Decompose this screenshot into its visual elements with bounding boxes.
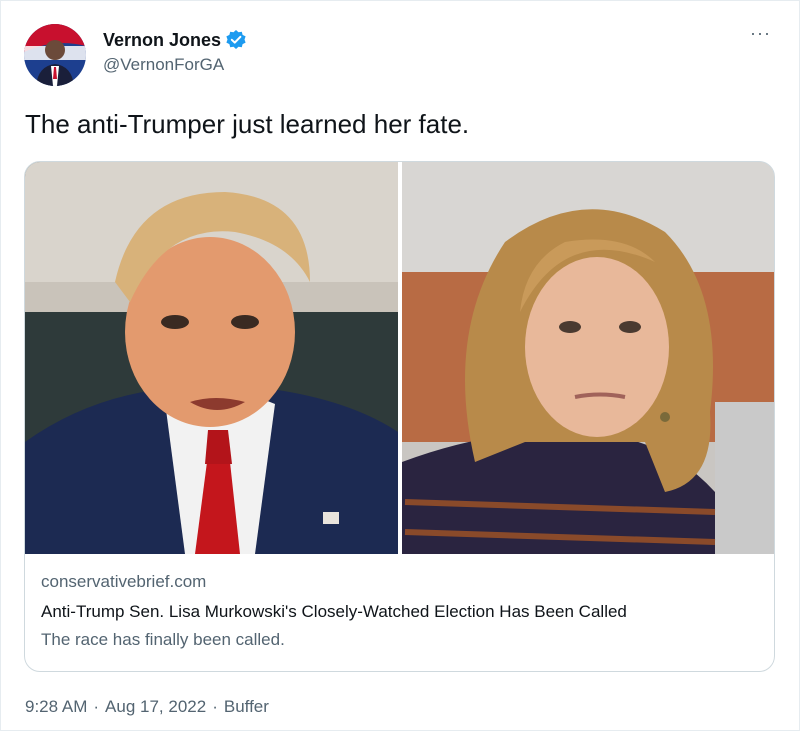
tweet-source[interactable]: Buffer bbox=[224, 697, 269, 717]
avatar[interactable] bbox=[24, 24, 86, 86]
author-handle[interactable]: @VernonForGA bbox=[103, 55, 224, 75]
more-options-icon[interactable]: ··· bbox=[750, 23, 771, 44]
tweet: Vernon Jones @VernonForGA ··· The anti-T… bbox=[0, 0, 800, 731]
avatar-image bbox=[24, 24, 86, 86]
card-title: Anti-Trump Sen. Lisa Murkowski's Closely… bbox=[41, 602, 627, 621]
author-name-row[interactable]: Vernon Jones bbox=[103, 29, 247, 51]
card-description: The race has finally been called. bbox=[41, 630, 285, 649]
tweet-text: The anti-Trumper just learned her fate. bbox=[25, 109, 470, 139]
tweet-date[interactable]: Aug 17, 2022 bbox=[105, 697, 206, 717]
author-name[interactable]: Vernon Jones bbox=[103, 30, 221, 51]
tweet-time[interactable]: 9:28 AM bbox=[25, 697, 87, 717]
meta-separator: · bbox=[212, 697, 218, 716]
card-image bbox=[25, 162, 774, 554]
verified-badge-icon bbox=[225, 29, 247, 51]
card-domain: conservativebrief.com bbox=[41, 572, 207, 591]
tweet-meta: 9:28 AM · Aug 17, 2022 · Buffer bbox=[25, 697, 269, 717]
meta-separator: · bbox=[93, 697, 100, 716]
link-card[interactable]: conservativebrief.com Anti-Trump Sen. Li… bbox=[24, 161, 775, 672]
card-info: conservativebrief.com Anti-Trump Sen. Li… bbox=[41, 572, 758, 650]
